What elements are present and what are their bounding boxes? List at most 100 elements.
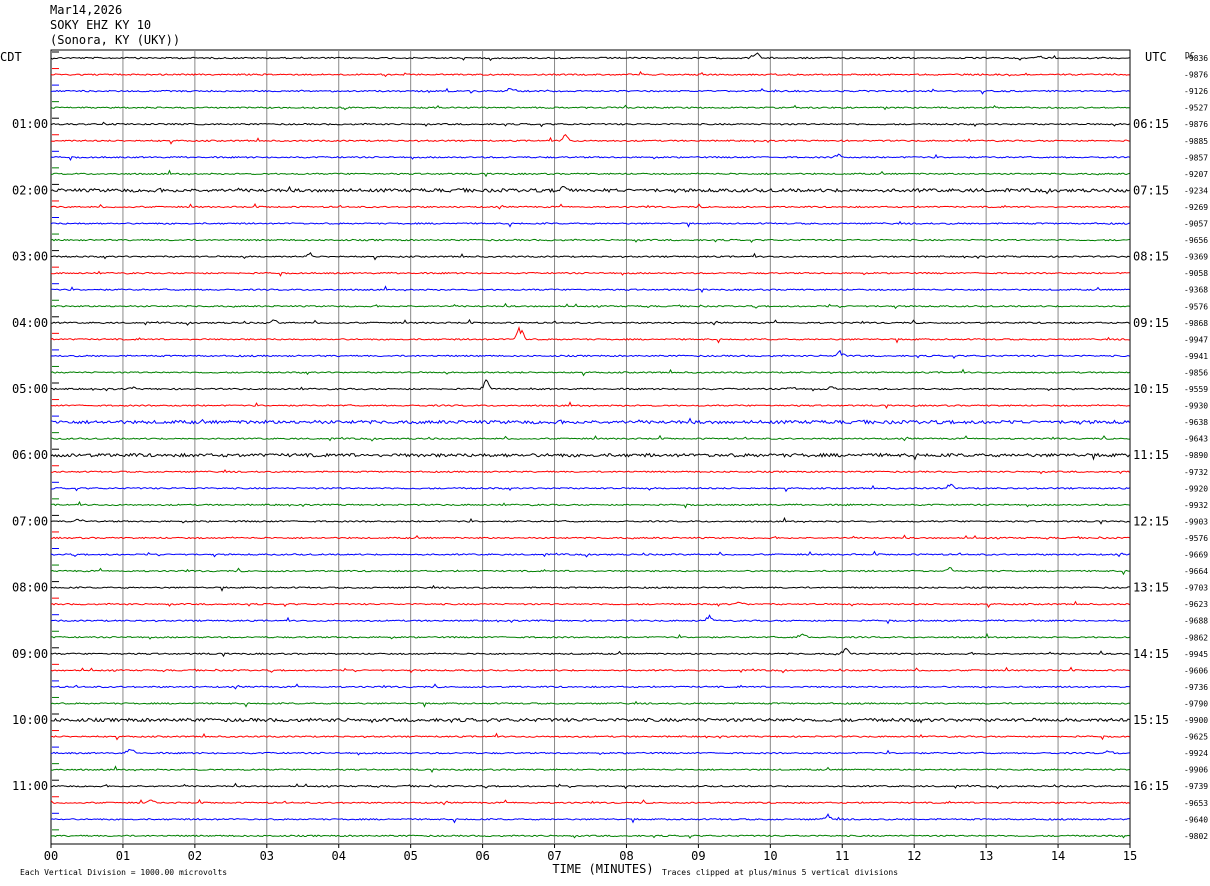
trace-line bbox=[50, 614, 1130, 625]
dc-offset-label: -9890 bbox=[1184, 451, 1208, 460]
trace-line bbox=[50, 70, 1130, 78]
trace-line bbox=[50, 52, 1130, 62]
dc-offset-label: -9876 bbox=[1184, 120, 1208, 129]
x-tick-label: 03 bbox=[260, 849, 274, 863]
dc-offset-label: -9945 bbox=[1184, 650, 1208, 659]
trace-line bbox=[50, 326, 1130, 344]
dc-offset-label: -9643 bbox=[1184, 435, 1208, 444]
dc-offset-label: -9857 bbox=[1184, 153, 1208, 162]
dc-offset-label: -9559 bbox=[1184, 385, 1208, 394]
x-tick-label: 12 bbox=[907, 849, 921, 863]
x-tick-label: 10 bbox=[763, 849, 777, 863]
dc-offset-label: -9920 bbox=[1184, 484, 1208, 493]
trace-line bbox=[50, 401, 1130, 409]
trace-line bbox=[50, 238, 1130, 244]
dc-offset-label: -9868 bbox=[1184, 319, 1208, 328]
trace-line bbox=[50, 469, 1130, 475]
trace-line bbox=[50, 647, 1130, 658]
right-hour-label: 12:15 bbox=[1133, 514, 1169, 528]
trace-line bbox=[50, 600, 1130, 609]
trace-line bbox=[50, 782, 1130, 790]
trace-line bbox=[50, 349, 1130, 359]
dc-offset-label: -9640 bbox=[1184, 815, 1208, 824]
dc-offset-label: -9736 bbox=[1184, 683, 1208, 692]
trace-line bbox=[50, 434, 1130, 442]
dc-offset-label: -9664 bbox=[1184, 567, 1208, 576]
helicorder-plot: 00 01 02 03 04 05 06 07 08 09 10 11 12 13 14 15-9836-98… bbox=[0, 49, 1208, 877]
x-tick-label: 05 bbox=[403, 849, 417, 863]
right-hour-label: 13:15 bbox=[1133, 581, 1169, 595]
right-hour-label: 07:15 bbox=[1133, 183, 1169, 197]
right-hour-label: 15:15 bbox=[1133, 713, 1169, 727]
trace-line bbox=[50, 717, 1130, 724]
trace-line bbox=[50, 302, 1130, 310]
dc-offset-label: -9207 bbox=[1184, 170, 1208, 179]
dc-offset-label: -9900 bbox=[1184, 716, 1208, 725]
dc-offset-label: -9876 bbox=[1184, 71, 1208, 80]
dc-offset-label: -9058 bbox=[1184, 269, 1208, 278]
left-hour-label: 05:00 bbox=[12, 382, 48, 396]
right-timezone-label: UTC bbox=[1145, 50, 1167, 64]
trace-line bbox=[50, 632, 1130, 640]
dc-offset-label: -9790 bbox=[1184, 699, 1208, 708]
trace-line bbox=[50, 87, 1130, 95]
dc-offset-label: -9924 bbox=[1184, 749, 1208, 758]
trace-line bbox=[50, 203, 1130, 210]
x-tick-label: 08 bbox=[619, 849, 633, 863]
dc-offset-label: -9625 bbox=[1184, 733, 1208, 742]
dc-offset-label: -9653 bbox=[1184, 799, 1208, 808]
left-hour-label: 02:00 bbox=[12, 183, 48, 197]
dc-offset-label: -9638 bbox=[1184, 418, 1208, 427]
left-hour-label: 03:00 bbox=[12, 250, 48, 264]
left-hour-label: 04:00 bbox=[12, 316, 48, 330]
dc-offset-label: -9623 bbox=[1184, 600, 1208, 609]
trace-line bbox=[50, 834, 1130, 839]
trace-line bbox=[51, 251, 1130, 261]
dc-offset-label: -9656 bbox=[1184, 236, 1208, 245]
dc-offset-label: -9576 bbox=[1184, 534, 1208, 543]
x-tick-label: 04 bbox=[332, 849, 346, 863]
trace-line bbox=[50, 566, 1130, 576]
dc-offset-label: -9906 bbox=[1184, 766, 1208, 775]
trace-line bbox=[50, 153, 1130, 161]
dc-offset-label: -9930 bbox=[1184, 402, 1208, 411]
trace-line bbox=[50, 798, 1130, 806]
dc-offset-label: -9269 bbox=[1184, 203, 1208, 212]
trace-line bbox=[50, 169, 1130, 178]
dc-offset-label: -9885 bbox=[1184, 137, 1208, 146]
dc-offset-label: -9234 bbox=[1184, 186, 1208, 195]
plot-frame bbox=[50, 49, 1131, 845]
x-tick-label: 02 bbox=[188, 849, 202, 863]
left-hour-label: 09:00 bbox=[12, 647, 48, 661]
x-tick-label: 06 bbox=[475, 849, 489, 863]
dc-offset-label: -9368 bbox=[1184, 286, 1208, 295]
dc-offset-label: -9057 bbox=[1184, 220, 1208, 229]
trace-line bbox=[50, 550, 1130, 558]
dc-offset-label: -9606 bbox=[1184, 666, 1208, 675]
dc-header-label: DC bbox=[1185, 51, 1195, 60]
right-hour-label: 16:15 bbox=[1133, 779, 1169, 793]
left-hour-label: 11:00 bbox=[12, 779, 48, 793]
dc-offset-label: -9739 bbox=[1184, 782, 1208, 791]
x-tick-label: 14 bbox=[1051, 849, 1065, 863]
dc-offset-label: -9688 bbox=[1184, 617, 1208, 626]
trace-line bbox=[50, 765, 1130, 774]
dc-offset-label: -9947 bbox=[1184, 335, 1208, 344]
trace-line bbox=[50, 534, 1130, 540]
trace-line bbox=[50, 683, 1130, 690]
dc-offset-label: -9126 bbox=[1184, 87, 1208, 96]
left-hour-label: 08:00 bbox=[12, 581, 48, 595]
trace-line bbox=[50, 270, 1130, 277]
trace-line bbox=[50, 134, 1130, 145]
x-tick-label: 00 bbox=[44, 849, 58, 863]
trace-line bbox=[50, 813, 1130, 824]
x-tick-label: 13 bbox=[979, 849, 993, 863]
left-timezone-label: CDT bbox=[0, 50, 22, 64]
dc-offset-label: -9732 bbox=[1184, 468, 1208, 477]
right-hour-label: 11:15 bbox=[1133, 448, 1169, 462]
trace-line bbox=[51, 584, 1130, 592]
right-hour-label: 09:15 bbox=[1133, 316, 1169, 330]
dc-offset-label: -9856 bbox=[1184, 368, 1208, 377]
trace-line bbox=[50, 748, 1130, 756]
trace-line bbox=[50, 104, 1130, 111]
